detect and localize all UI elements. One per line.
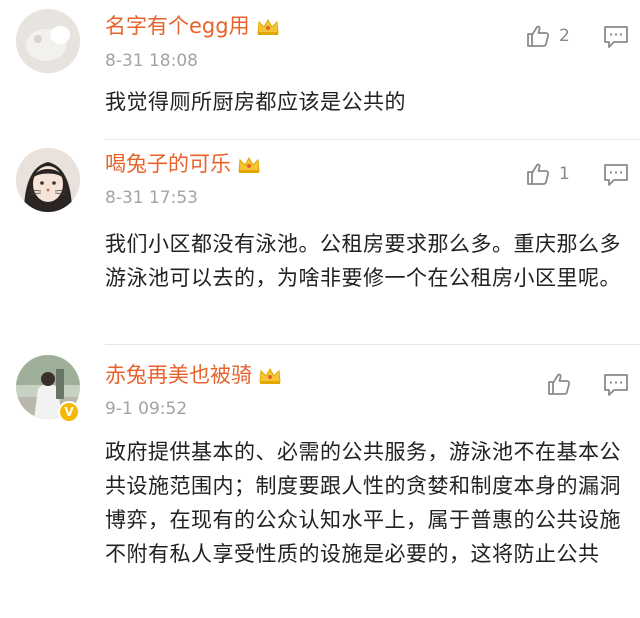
avatar[interactable] xyxy=(16,148,80,212)
thumbs-up-icon xyxy=(527,163,550,185)
avatar-image xyxy=(16,9,80,73)
username[interactable]: 名字有个egg用 xyxy=(105,12,280,40)
comment-timestamp: 8-31 17:53 xyxy=(105,188,198,208)
thumbs-up-icon xyxy=(548,373,571,395)
comment-item: 喝兔子的可乐 8-31 17:53 我们小区都没有泳池。公租房要求那么多。重庆那… xyxy=(0,140,640,345)
avatar[interactable] xyxy=(16,9,80,73)
username-text[interactable]: 名字有个egg用 xyxy=(105,14,250,38)
comment-text: 政府提供基本的、必需的公共服务，游泳池不在基本公共设施范围内；制度要跟人性的贪婪… xyxy=(105,440,621,566)
comment-feed: 名字有个egg用 8-31 18:08 我觉得厕所厨房都应该是公共的 2 喝兔子… xyxy=(0,0,640,618)
comment-timestamp: 9-1 09:52 xyxy=(105,399,188,419)
crown-icon xyxy=(257,18,279,35)
reply-button[interactable] xyxy=(603,25,629,49)
like-button[interactable] xyxy=(546,371,572,397)
verified-badge: V xyxy=(58,401,80,423)
comment-text: 我们小区都没有泳池。公租房要求那么多。重庆那么多游泳池可以去的，为啥非要修一个在… xyxy=(105,232,621,290)
reply-button[interactable] xyxy=(603,373,629,397)
comment-icon xyxy=(604,164,628,186)
crown-icon xyxy=(238,156,260,173)
like-button[interactable]: 1 xyxy=(525,161,570,187)
reply-button[interactable] xyxy=(603,163,629,187)
crown-icon xyxy=(259,367,281,384)
comment-item: 名字有个egg用 8-31 18:08 我觉得厕所厨房都应该是公共的 2 xyxy=(0,0,640,140)
username[interactable]: 赤兔再美也被骑 xyxy=(105,361,282,389)
avatar-image xyxy=(16,148,80,212)
like-count: 1 xyxy=(559,164,570,184)
comment-icon xyxy=(604,26,628,48)
like-count: 2 xyxy=(559,26,570,46)
comment-item: V 赤兔再美也被骑 9-1 09:52 政府提供基本的、必需的公共服务，游泳池不… xyxy=(0,345,640,618)
username-text[interactable]: 赤兔再美也被骑 xyxy=(105,363,252,387)
comment-text: 我觉得厕所厨房都应该是公共的 xyxy=(105,90,406,114)
username-text[interactable]: 喝兔子的可乐 xyxy=(105,152,231,176)
thumbs-up-icon xyxy=(527,25,550,47)
username[interactable]: 喝兔子的可乐 xyxy=(105,150,261,178)
comment-icon xyxy=(604,374,628,396)
like-button[interactable]: 2 xyxy=(525,23,570,49)
comment-timestamp: 8-31 18:08 xyxy=(105,51,198,71)
